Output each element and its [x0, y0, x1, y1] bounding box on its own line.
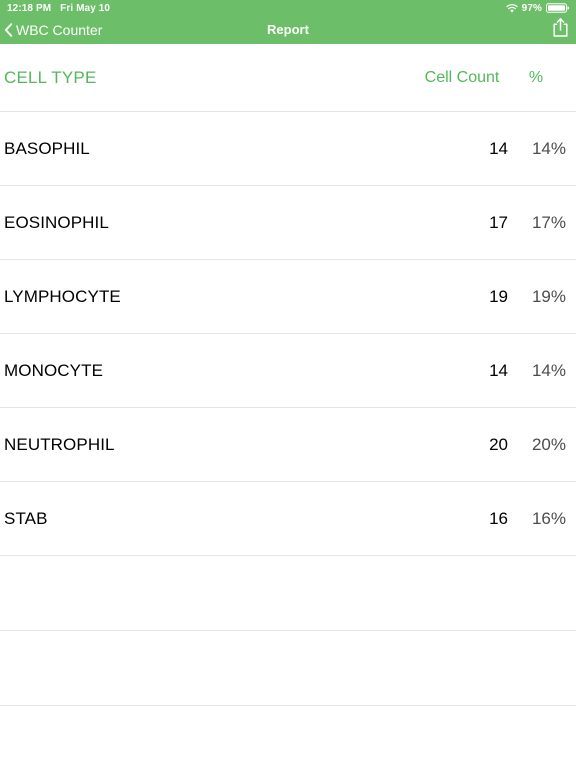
- cell-type-label: LYMPHOCYTE: [4, 286, 121, 306]
- cell-count-value: 14: [489, 360, 508, 380]
- cell-type-label: NEUTROPHIL: [4, 434, 115, 454]
- cell-type-label: STAB: [4, 508, 48, 528]
- cell-percent-value: 19%: [531, 286, 566, 306]
- status-time: 12:18 PM: [7, 2, 52, 14]
- status-bar: 12:18 PM Fri May 10 97%: [0, 0, 576, 16]
- cell-count-value: 20: [489, 434, 508, 454]
- wifi-icon: [505, 4, 518, 14]
- column-header-percent: %: [528, 68, 544, 86]
- battery-icon: [546, 3, 569, 13]
- status-date: Fri May 10: [60, 2, 111, 14]
- cell-percent-value: 14%: [531, 138, 566, 158]
- cell-percent-value: 20%: [531, 434, 566, 454]
- cell-percent-value: 17%: [531, 212, 566, 232]
- status-bar-left: 12:18 PM Fri May 10: [7, 3, 110, 14]
- table-row[interactable]: MONOCYTE 14 14%: [0, 334, 576, 408]
- share-button[interactable]: [552, 16, 569, 44]
- cell-type-label: MONOCYTE: [4, 360, 104, 380]
- cell-type-label: BASOPHIL: [4, 138, 90, 158]
- cell-type-label: EOSINOPHIL: [4, 212, 109, 232]
- column-header-cell-type: CELL TYPE: [4, 67, 97, 87]
- column-header-cell-count: Cell Count: [424, 68, 500, 86]
- table-row[interactable]: EOSINOPHIL 17 17%: [0, 186, 576, 260]
- page-title: Report: [267, 22, 309, 37]
- table-row-empty: [0, 556, 576, 631]
- table-row-empty: [0, 631, 576, 706]
- report-table: CELL TYPE Cell Count % BASOPHIL 14 14% E…: [0, 44, 576, 768]
- table-header-row: CELL TYPE Cell Count %: [0, 44, 576, 112]
- cell-count-value: 14: [489, 138, 508, 158]
- cell-count-value: 17: [489, 212, 508, 232]
- table-row[interactable]: BASOPHIL 14 14%: [0, 112, 576, 186]
- table-row[interactable]: LYMPHOCYTE 19 19%: [0, 260, 576, 334]
- table-row[interactable]: NEUTROPHIL 20 20%: [0, 408, 576, 482]
- battery-percent-label: 97%: [521, 2, 542, 14]
- table-row[interactable]: STAB 16 16%: [0, 482, 576, 556]
- table-row-empty: [0, 706, 576, 768]
- share-icon: [552, 17, 569, 43]
- cell-percent-value: 16%: [531, 508, 566, 528]
- cell-count-value: 19: [489, 286, 508, 306]
- app-screen: 12:18 PM Fri May 10 97% WBC Counter Repo…: [0, 0, 576, 768]
- navigation-bar: WBC Counter Report: [0, 16, 576, 44]
- status-bar-right: 97%: [505, 2, 569, 14]
- cell-count-value: 16: [489, 508, 508, 528]
- cell-percent-value: 14%: [531, 360, 566, 380]
